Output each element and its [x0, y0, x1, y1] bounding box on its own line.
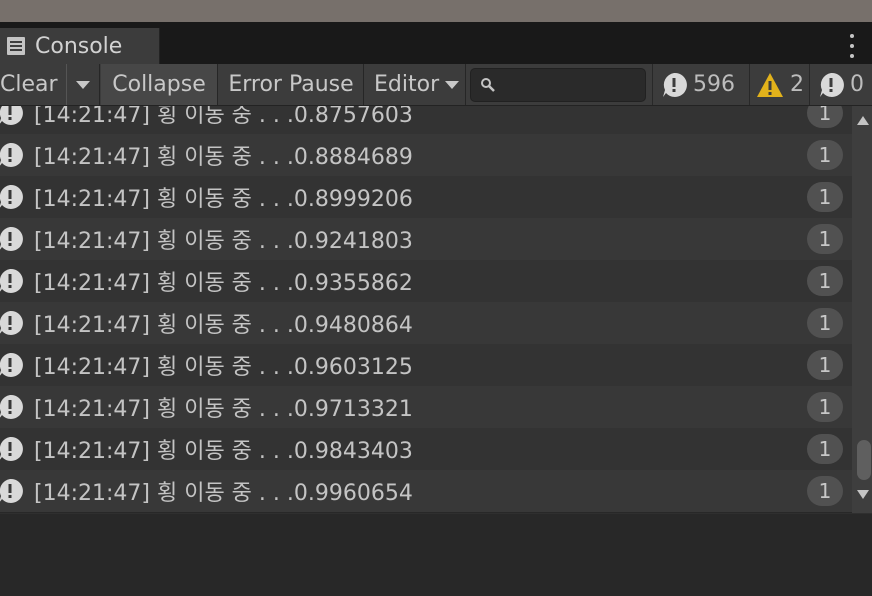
- list-item[interactable]: [14:21:47] 횡 이동 중 . . .0.9713321 1: [0, 386, 852, 428]
- collapse-count-badge: 1: [807, 434, 843, 464]
- list-item[interactable]: [14:21:47] 횡 이동 중 . . .0.9603125 1: [0, 344, 852, 386]
- scrollbar-thumb[interactable]: [857, 440, 871, 480]
- info-icon: [0, 310, 23, 335]
- log-message: [14:21:47] 횡 이동 중 . . .0.9241803: [34, 229, 413, 254]
- error-count: 0: [850, 72, 864, 97]
- log-message: [14:21:47] 횡 이동 중 . . .0.8999206: [34, 187, 413, 212]
- tab-console[interactable]: Console: [0, 28, 160, 64]
- console-toolbar: Clear Collapse Error Pause Editor 596 2: [0, 64, 872, 106]
- list-item[interactable]: [14:21:47] 횡 이동 중 . . .0.8884689 1: [0, 134, 852, 176]
- info-icon: [0, 184, 23, 209]
- log-message: [14:21:47] 횡 이동 중 . . .0.9480864: [34, 313, 413, 338]
- search-icon: [481, 78, 495, 92]
- info-icon: [0, 142, 23, 167]
- list-item[interactable]: [14:21:47] 횡 이동 중 . . .0.9355862 1: [0, 260, 852, 302]
- warning-icon: [757, 72, 783, 97]
- clear-options-dropdown[interactable]: [66, 64, 100, 105]
- info-icon: [0, 106, 23, 125]
- vertical-scrollbar[interactable]: [852, 106, 872, 513]
- editor-dropdown-label: Editor: [374, 72, 440, 97]
- console-icon: [7, 37, 25, 55]
- error-counter-toggle[interactable]: 0: [809, 64, 872, 105]
- log-message: [14:21:47] 횡 이동 중 . . .0.9355862: [34, 271, 413, 296]
- clear-button[interactable]: Clear: [0, 64, 66, 105]
- info-icon: [0, 394, 23, 419]
- console-log-list[interactable]: [14:21:47] 횡 이동 중 . . .0.8757603 1 [14:2…: [0, 106, 852, 513]
- log-message: [14:21:47] 횡 이동 중 . . .0.8757603: [34, 106, 413, 128]
- list-item[interactable]: [14:21:47] 횡 이동 중 . . .0.9843403 1: [0, 428, 852, 470]
- log-counter-toggle[interactable]: 596: [652, 64, 749, 105]
- list-divider: [0, 513, 872, 514]
- info-icon: [0, 226, 23, 251]
- info-icon: [0, 352, 23, 377]
- list-item[interactable]: [14:21:47] 횡 이동 중 . . .0.9960654 1: [0, 470, 852, 512]
- error-pause-toggle[interactable]: Error Pause: [219, 64, 364, 105]
- info-icon: [0, 436, 23, 461]
- warning-count: 2: [790, 72, 804, 97]
- collapse-count-badge: 1: [807, 266, 843, 296]
- log-message: [14:21:47] 횡 이동 중 . . .0.9960654: [34, 481, 413, 506]
- list-item[interactable]: [14:21:47] 횡 이동 중 . . .0.9480864 1: [0, 302, 852, 344]
- log-message: [14:21:47] 횡 이동 중 . . .0.8884689: [34, 145, 413, 170]
- search-input[interactable]: [470, 68, 646, 102]
- window-top-strip: [0, 0, 872, 24]
- collapse-count-badge: 1: [807, 392, 843, 422]
- info-icon: [663, 72, 687, 97]
- kebab-menu-icon[interactable]: [842, 34, 862, 58]
- log-message: [14:21:47] 횡 이동 중 . . .0.9843403: [34, 439, 413, 464]
- collapse-count-badge: 1: [807, 182, 843, 212]
- chevron-down-icon: [76, 80, 90, 89]
- info-icon: [0, 478, 23, 503]
- list-item[interactable]: [14:21:47] 횡 이동 중 . . .0.9241803 1: [0, 218, 852, 260]
- tab-console-label: Console: [35, 33, 123, 59]
- collapse-count-badge: 1: [807, 476, 843, 506]
- chevron-down-icon: [445, 80, 460, 89]
- log-count: 596: [693, 72, 735, 97]
- collapse-count-badge: 1: [807, 350, 843, 380]
- log-message: [14:21:47] 횡 이동 중 . . .0.9713321: [34, 397, 413, 422]
- collapse-toggle[interactable]: Collapse: [101, 64, 218, 105]
- log-message: [14:21:47] 횡 이동 중 . . .0.9603125: [34, 355, 413, 380]
- collapse-count-badge: 1: [807, 224, 843, 254]
- error-icon: [820, 72, 844, 97]
- info-icon: [0, 268, 23, 293]
- list-item[interactable]: [14:21:47] 횡 이동 중 . . .0.8757603 1: [0, 106, 852, 134]
- scroll-up-arrow-icon[interactable]: [857, 116, 869, 125]
- editor-dropdown[interactable]: Editor: [366, 64, 466, 105]
- tab-bar: Console: [0, 24, 872, 64]
- list-item[interactable]: [14:21:47] 횡 이동 중 . . .0.8999206 1: [0, 176, 852, 218]
- collapse-count-badge: 1: [807, 308, 843, 338]
- scroll-down-arrow-icon[interactable]: [857, 490, 869, 499]
- warning-counter-toggle[interactable]: 2: [749, 64, 809, 105]
- collapse-count-badge: 1: [807, 140, 843, 170]
- collapse-count-badge: 1: [807, 106, 843, 128]
